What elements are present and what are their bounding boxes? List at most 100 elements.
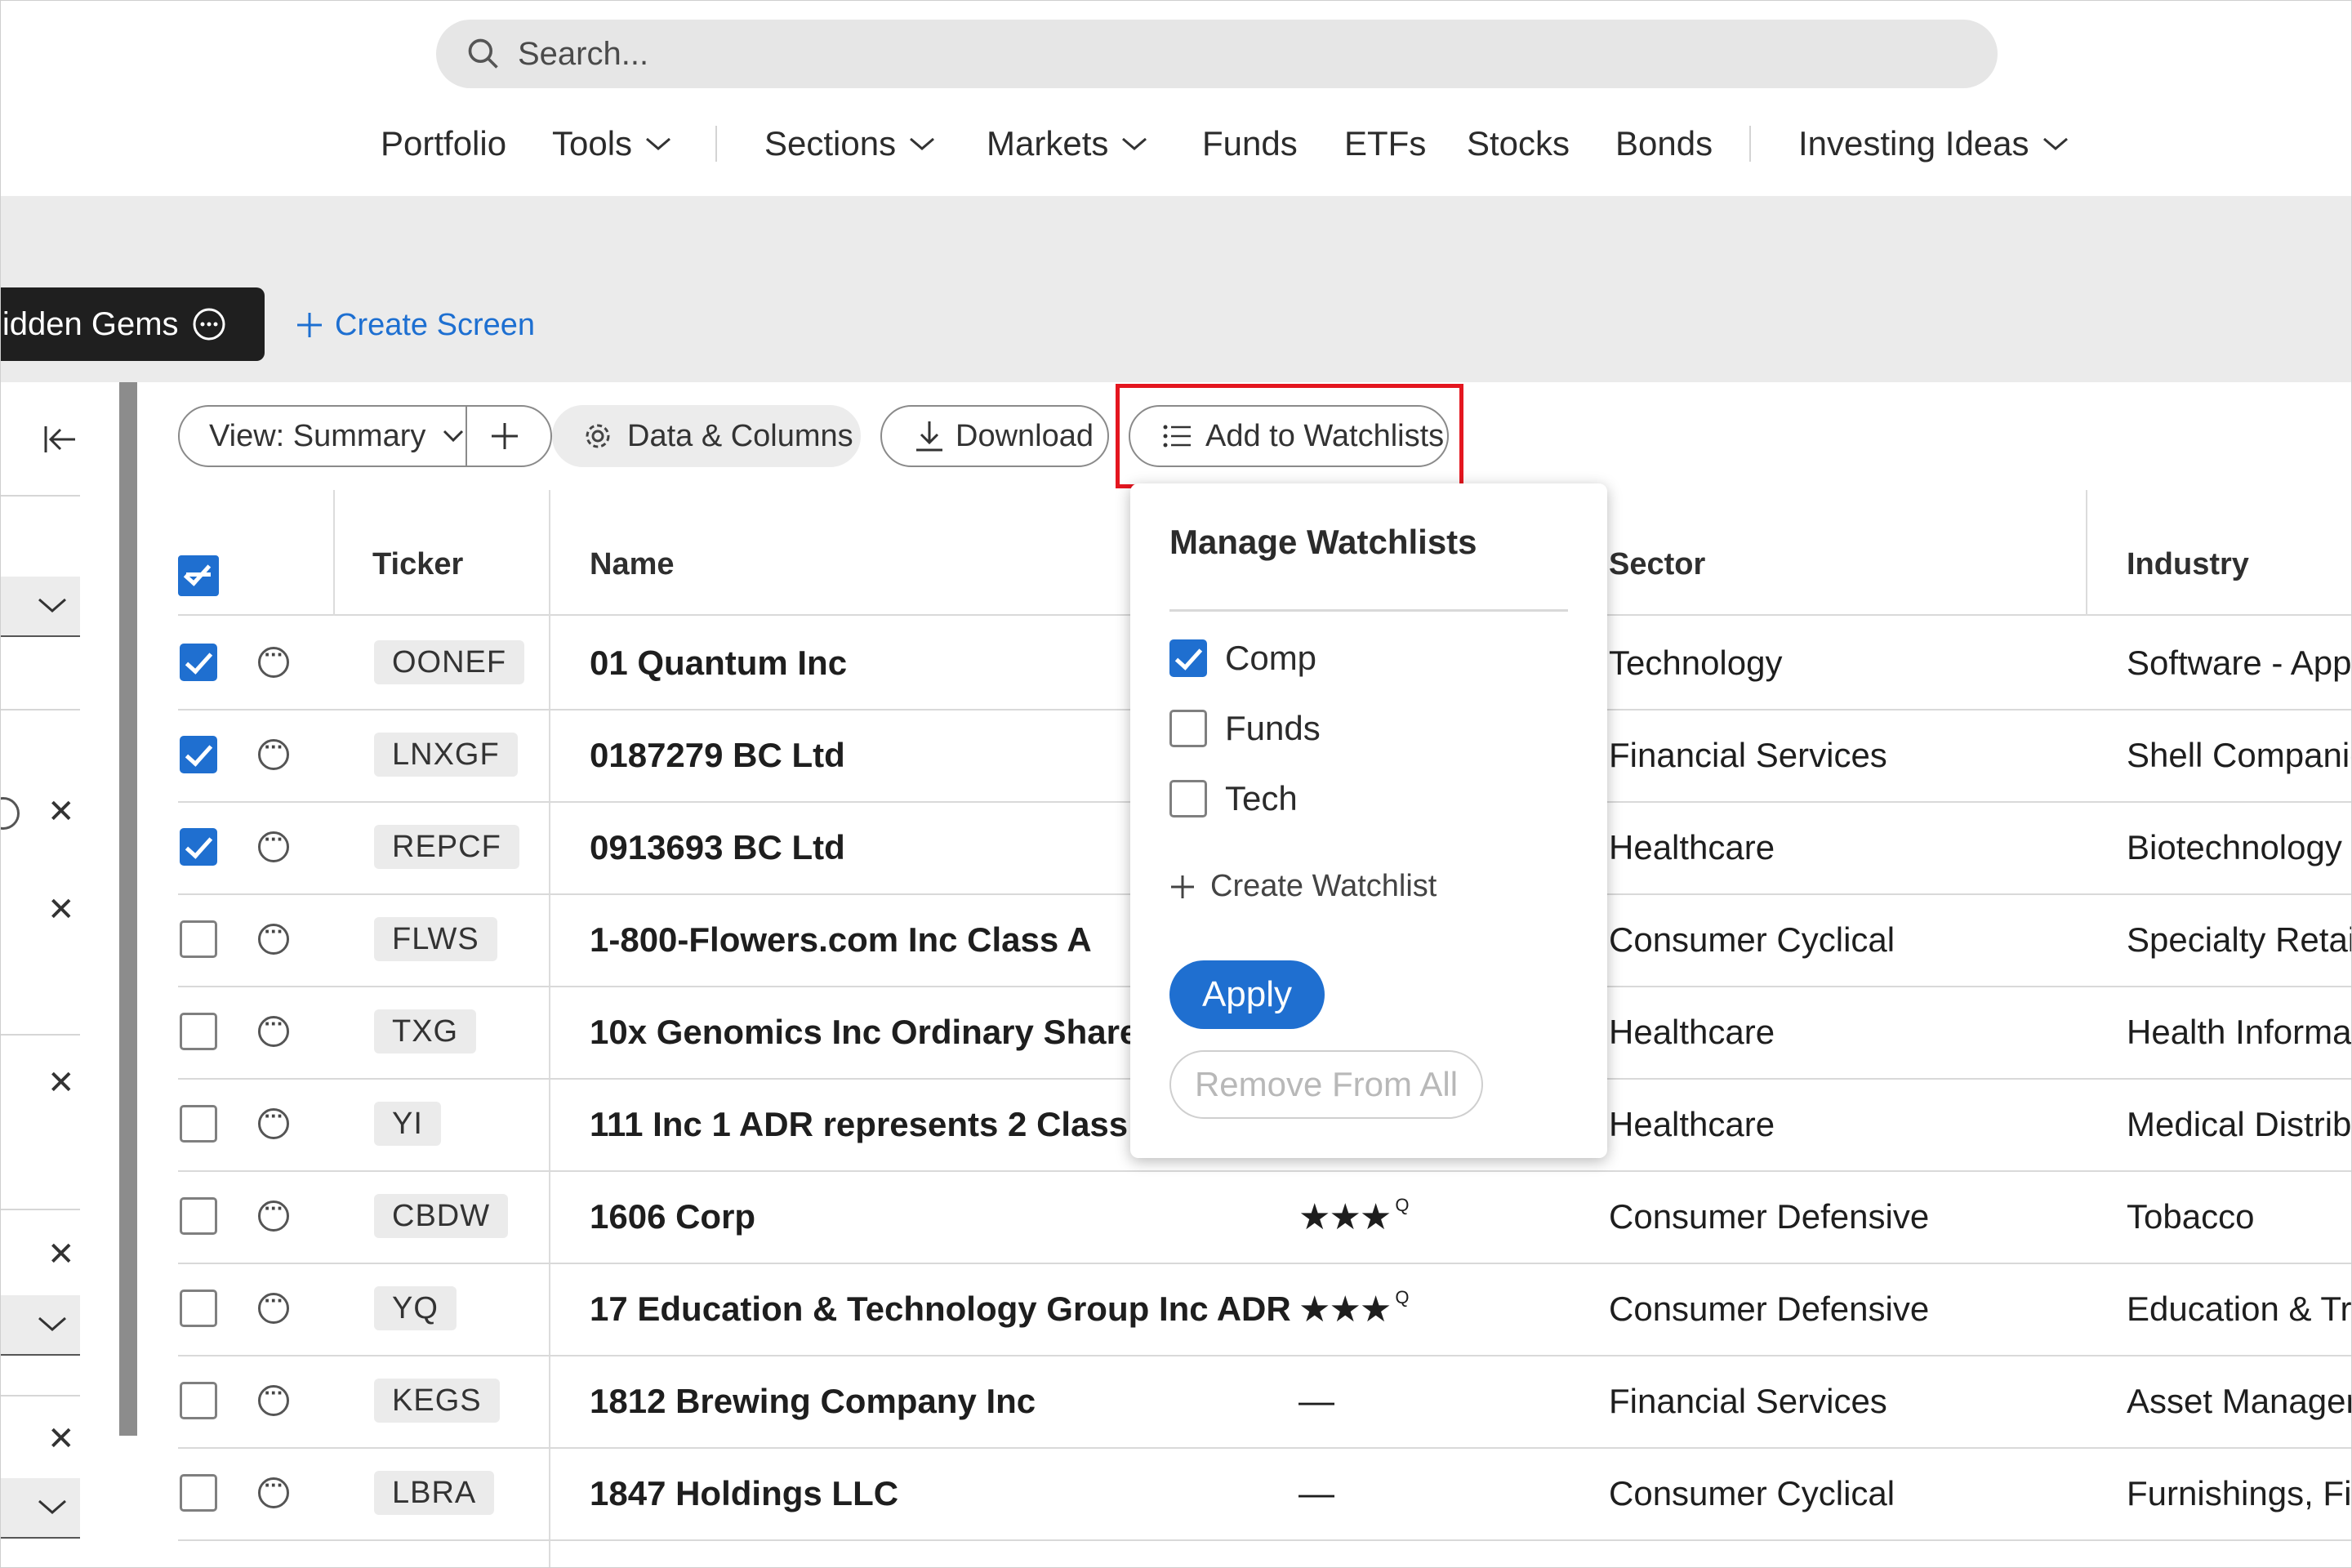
view-selector[interactable]: View: Summary: [178, 405, 552, 467]
nav-divider: [1749, 126, 1751, 162]
chevron-down-icon: [1122, 137, 1147, 150]
nav-tools[interactable]: Tools: [552, 114, 673, 173]
ticker-badge[interactable]: YI: [374, 1102, 441, 1146]
sector-cell: Healthcare: [1609, 1105, 1775, 1143]
company-name[interactable]: 1606 Corp: [590, 1171, 1307, 1263]
radio-icon[interactable]: [0, 797, 20, 830]
nav-funds[interactable]: Funds: [1202, 114, 1298, 173]
create-screen-button[interactable]: Create Screen: [296, 302, 535, 348]
row-actions-icon[interactable]: [258, 919, 289, 955]
row-actions-icon[interactable]: [258, 1196, 289, 1232]
watchlist-checkbox[interactable]: [1169, 639, 1207, 677]
search-bar[interactable]: [436, 20, 1998, 88]
ticker-badge[interactable]: KEGS: [374, 1379, 500, 1423]
nav-bonds[interactable]: Bonds: [1615, 114, 1713, 173]
row-actions-icon[interactable]: [258, 1288, 289, 1324]
row-actions-icon[interactable]: [258, 734, 289, 770]
add-view-icon[interactable]: [490, 421, 519, 451]
nav-sections[interactable]: Sections: [764, 114, 937, 173]
ticker-badge[interactable]: REPCF: [374, 825, 519, 869]
filter-dropdown[interactable]: [0, 577, 80, 637]
create-watchlist-button[interactable]: Create Watchlist: [1169, 869, 1437, 904]
watchlist-option-comp[interactable]: Comp: [1169, 635, 1316, 681]
row-actions-icon[interactable]: [258, 1011, 289, 1047]
column-header-industry[interactable]: Industry: [2127, 547, 2249, 582]
company-name[interactable]: 1847 Holdings LLC: [590, 1448, 1307, 1539]
ticker-badge[interactable]: YQ: [374, 1286, 457, 1330]
row-checkbox[interactable]: [180, 1105, 217, 1143]
row-actions-icon[interactable]: [258, 1472, 289, 1508]
row-checkbox[interactable]: [180, 1197, 217, 1235]
nav-label: Sections: [764, 124, 897, 163]
row-checkbox[interactable]: [180, 1382, 217, 1419]
company-name[interactable]: 17 Education & Technology Group Inc ADR: [590, 1263, 1307, 1355]
rating-cell: ★★★ Q: [1298, 1171, 1609, 1263]
row-actions-icon[interactable]: [258, 1103, 289, 1139]
watchlist-checkbox[interactable]: [1169, 710, 1207, 747]
row-checkbox[interactable]: [180, 1290, 217, 1327]
filter-dropdown[interactable]: [0, 1295, 80, 1356]
company-name[interactable]: 1812 Brewing Company Inc: [590, 1356, 1307, 1447]
row-checkbox[interactable]: [180, 920, 217, 958]
row-checkbox[interactable]: [180, 736, 217, 773]
divider: [0, 1209, 80, 1210]
nav-portfolio[interactable]: Portfolio: [381, 114, 506, 173]
row-checkbox[interactable]: [180, 828, 217, 866]
nav-label: ETFs: [1344, 124, 1427, 163]
remove-filter-icon[interactable]: ✕: [47, 1238, 75, 1271]
row-actions-icon[interactable]: [258, 642, 289, 678]
row-checkbox[interactable]: [180, 1474, 217, 1512]
row-actions-icon[interactable]: [258, 1380, 289, 1416]
ticker-badge[interactable]: LNXGF: [374, 733, 518, 777]
nav-etfs[interactable]: ETFs: [1344, 114, 1426, 173]
watchlist-checkbox[interactable]: [1169, 780, 1207, 817]
divider: [0, 709, 80, 710]
remove-filter-icon[interactable]: ✕: [47, 795, 75, 828]
filter-dropdown[interactable]: [0, 1478, 80, 1539]
nav-investing-ideas[interactable]: Investing Ideas: [1798, 114, 2070, 173]
more-options-icon[interactable]: [192, 307, 226, 341]
create-screen-label: Create Screen: [335, 307, 536, 342]
watchlist-option-tech[interactable]: Tech: [1169, 776, 1298, 822]
ticker-badge[interactable]: OONEF: [374, 640, 525, 684]
ticker-badge[interactable]: FLWS: [374, 917, 497, 961]
ticker-badge[interactable]: CBDW: [374, 1194, 509, 1238]
remove-filter-icon[interactable]: ✕: [47, 893, 75, 926]
search-input[interactable]: [516, 34, 1908, 74]
row-checkbox[interactable]: [180, 644, 217, 681]
collapse-panel-icon[interactable]: [42, 423, 78, 456]
rating-cell: ★★★ Q: [1298, 1263, 1609, 1355]
data-columns-button[interactable]: Data & Columns: [552, 405, 861, 467]
table-row[interactable]: YQ 17 Education & Technology Group Inc AD…: [178, 1263, 2352, 1356]
rating-qualifier: Q: [1395, 1287, 1410, 1307]
table-row[interactable]: CBDW1606 Corp★★★QConsumer DefensiveTobac…: [178, 1171, 2352, 1264]
table-row[interactable]: KEGS 1812 Brewing Company Inc— Financial S…: [178, 1356, 2352, 1449]
rating-cell: —: [1298, 1448, 1609, 1539]
nav-stocks[interactable]: Stocks: [1467, 114, 1570, 173]
divider: [0, 1395, 80, 1396]
main-nav: Portfolio Tools Sections Markets Funds E…: [0, 114, 2352, 173]
ticker-badge[interactable]: TXG: [374, 1009, 477, 1054]
ticker-badge[interactable]: LBRA: [374, 1471, 495, 1515]
apply-button[interactable]: Apply: [1169, 960, 1325, 1029]
table-row[interactable]: LBRA 1847 Holdings LLC— Consumer Cyclical F…: [178, 1448, 2352, 1541]
column-header-ticker[interactable]: Ticker: [372, 547, 463, 582]
column-header-sector[interactable]: Sector: [1609, 547, 1705, 582]
watchlist-option-funds[interactable]: Funds: [1169, 706, 1321, 751]
data-columns-label: Data & Columns: [627, 418, 853, 453]
nav-divider: [715, 126, 717, 162]
row-checkbox[interactable]: [180, 1013, 217, 1050]
nav-label: Portfolio: [381, 124, 507, 163]
screen-tab-hidden-gems[interactable]: Hidden Gems: [0, 287, 265, 361]
nav-markets[interactable]: Markets: [987, 114, 1149, 173]
column-header-name[interactable]: Name: [590, 547, 675, 582]
remove-filter-icon[interactable]: ✕: [47, 1423, 75, 1455]
industry-cell: Shell Companies: [2127, 736, 2352, 774]
panel-resize-handle[interactable]: [119, 382, 137, 1436]
download-button[interactable]: Download: [880, 405, 1109, 467]
remove-filter-icon[interactable]: ✕: [47, 1067, 75, 1099]
nav-label: Markets: [987, 124, 1109, 163]
row-actions-icon[interactable]: [258, 826, 289, 862]
remove-from-all-button[interactable]: Remove From All: [1169, 1050, 1483, 1119]
download-label: Download: [956, 418, 1094, 453]
